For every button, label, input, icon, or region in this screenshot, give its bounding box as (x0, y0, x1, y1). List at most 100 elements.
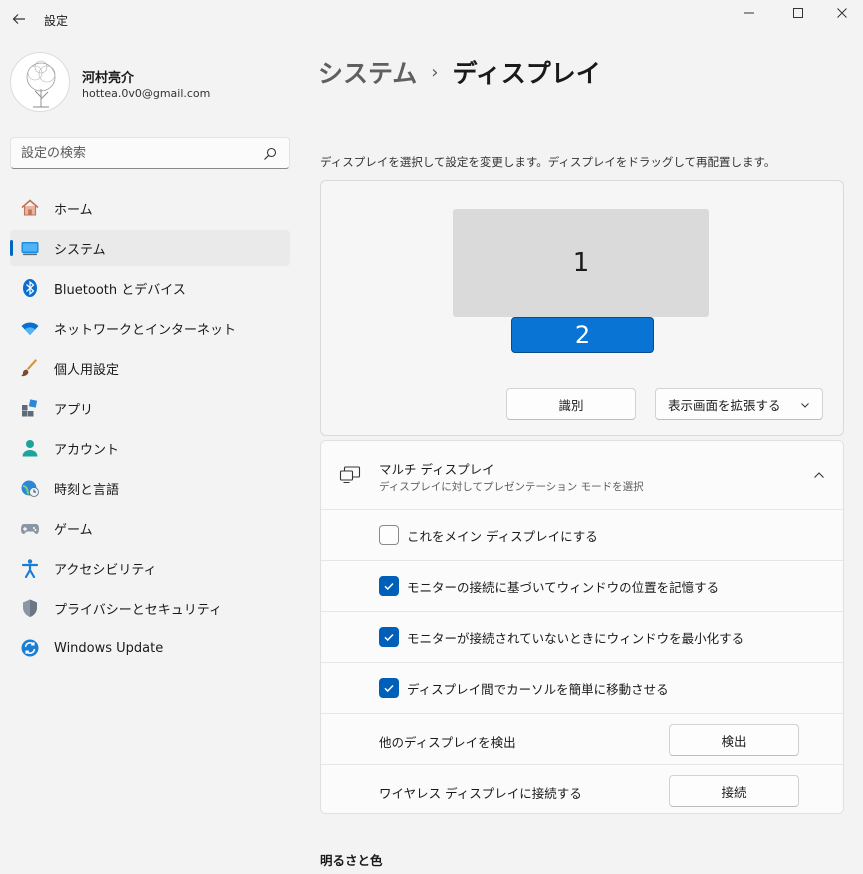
connect-button-label: 接続 (721, 784, 747, 800)
sidebar-nav: ホーム システム Bluetooth とデバイス ネットワークとインターネット … (10, 190, 290, 670)
close-button[interactable] (818, 0, 863, 26)
sidebar-item-label: 個人用設定 (54, 362, 120, 378)
identify-button-label: 識別 (558, 397, 584, 413)
sidebar-item-label: アカウント (54, 442, 120, 458)
sidebar-item-bluetooth[interactable]: Bluetooth とデバイス (10, 270, 290, 306)
option-row-minimize-windows[interactable]: モニターが接続されていないときにウィンドウを最小化する (321, 611, 843, 662)
display-instruction: ディスプレイを選択して設定を変更します。ディスプレイをドラッグして再配置します。 (320, 155, 776, 169)
tree-sketch-icon (26, 60, 56, 108)
option-label: モニターの接続に基づいてウィンドウの位置を記憶する (407, 580, 720, 595)
multi-display-section: マルチ ディスプレイ ディスプレイに対してプレゼンテーション モードを選択 これ… (320, 440, 844, 814)
sidebar-item-privacy[interactable]: プライバシーとセキュリティ (10, 590, 290, 626)
display-mode-value: 表示画面を拡張する (668, 397, 781, 413)
multi-display-header[interactable]: マルチ ディスプレイ ディスプレイに対してプレゼンテーション モードを選択 (321, 441, 843, 509)
chevron-right-icon: › (431, 61, 439, 83)
option-row-cursor-move[interactable]: ディスプレイ間でカーソルを簡単に移動させる (321, 662, 843, 713)
settings-window: 設定 河村亮介 hottea.0v0@gmail.com 設定の検索 ホーム シ… (0, 0, 863, 874)
sidebar-item-label: Windows Update (54, 640, 164, 656)
multi-display-title: マルチ ディスプレイ (379, 462, 495, 477)
maximize-icon (793, 8, 803, 18)
sidebar-item-gaming[interactable]: ゲーム (10, 510, 290, 546)
bluetooth-icon (20, 278, 40, 298)
checkmark-icon (384, 582, 394, 591)
wifi-icon (20, 318, 40, 338)
multi-display-subtitle: ディスプレイに対してプレゼンテーション モードを選択 (379, 481, 644, 493)
sidebar-item-label: ホーム (54, 202, 93, 218)
sidebar-item-label: プライバシーとセキュリティ (54, 602, 222, 618)
sidebar-item-apps[interactable]: アプリ (10, 390, 290, 426)
sidebar-item-label: Bluetooth とデバイス (54, 282, 186, 298)
main-display-checkbox[interactable] (379, 525, 399, 545)
display-mode-dropdown[interactable]: 表示画面を拡張する (655, 388, 823, 420)
sidebar-item-label: アプリ (54, 402, 94, 418)
minimize-windows-checkbox[interactable] (379, 627, 399, 647)
avatar[interactable] (10, 52, 70, 112)
option-row-main-display[interactable]: これをメイン ディスプレイにする (321, 509, 843, 560)
collapse-button[interactable] (809, 465, 829, 485)
minimize-button[interactable] (725, 0, 773, 26)
monitor-2-label: 2 (574, 321, 591, 349)
sidebar-item-time-language[interactable]: 時刻と言語 (10, 470, 290, 506)
detect-displays-label: 他のディスプレイを検出 (379, 735, 516, 750)
option-label: モニターが接続されていないときにウィンドウを最小化する (407, 631, 745, 646)
back-button[interactable] (8, 8, 30, 30)
page-title: ディスプレイ (452, 59, 601, 88)
gamepad-icon (20, 518, 40, 538)
breadcrumb: システム › ディスプレイ (318, 54, 601, 90)
detect-displays-row: 他のディスプレイを検出 検出 (321, 713, 843, 764)
home-icon (20, 198, 40, 218)
sidebar-item-accessibility[interactable]: アクセシビリティ (10, 550, 290, 586)
remember-window-checkbox[interactable] (379, 576, 399, 596)
system-display-icon (20, 238, 40, 258)
shield-icon (20, 598, 40, 618)
search-icon[interactable] (263, 147, 277, 161)
title-bar: 設定 (0, 0, 863, 40)
cursor-move-checkbox[interactable] (379, 678, 399, 698)
profile-name: 河村亮介 (82, 71, 135, 86)
minimize-icon (744, 12, 754, 14)
breadcrumb-parent-link[interactable]: システム (318, 54, 417, 90)
maximize-button[interactable] (774, 0, 822, 26)
checkmark-icon (384, 633, 394, 642)
back-arrow-icon (12, 14, 25, 24)
detect-button-label: 検出 (721, 733, 747, 749)
display-arrangement-panel: 1 2 識別 表示画面を拡張する (320, 180, 844, 436)
sidebar-item-label: ネットワークとインターネット (54, 322, 237, 338)
close-icon (837, 8, 847, 18)
search-box[interactable] (10, 137, 290, 169)
search-input[interactable] (11, 138, 261, 168)
connect-button[interactable]: 接続 (669, 775, 799, 807)
multi-display-icon (339, 466, 361, 484)
checkmark-icon (384, 684, 394, 693)
window-title: 設定 (44, 14, 69, 28)
sidebar-item-windows-update[interactable]: Windows Update (10, 630, 290, 666)
chevron-down-icon (801, 403, 809, 408)
profile-email: hottea.0v0@gmail.com (82, 87, 211, 100)
wireless-display-label: ワイヤレス ディスプレイに接続する (379, 786, 582, 801)
sidebar-item-label: 時刻と言語 (54, 482, 120, 498)
sidebar-item-label: システム (54, 242, 106, 258)
monitor-1[interactable]: 1 (453, 209, 709, 317)
monitor-2[interactable]: 2 (511, 317, 654, 353)
sidebar-item-home[interactable]: ホーム (10, 190, 290, 226)
monitor-1-label: 1 (572, 248, 590, 278)
chevron-up-icon (814, 472, 824, 478)
sidebar-item-network[interactable]: ネットワークとインターネット (10, 310, 290, 346)
accessibility-icon (20, 558, 40, 578)
wireless-display-row: ワイヤレス ディスプレイに接続する 接続 (321, 764, 843, 813)
sidebar-item-system[interactable]: システム (10, 230, 290, 266)
brightness-color-heading: 明るさと色 (320, 853, 383, 868)
globe-clock-icon (20, 478, 40, 498)
sidebar-item-personalization[interactable]: 個人用設定 (10, 350, 290, 386)
detect-button[interactable]: 検出 (669, 724, 799, 756)
option-label: これをメイン ディスプレイにする (407, 529, 598, 544)
update-icon (20, 638, 40, 658)
account-icon (20, 438, 40, 458)
sidebar-item-accounts[interactable]: アカウント (10, 430, 290, 466)
option-row-remember-window[interactable]: モニターの接続に基づいてウィンドウの位置を記憶する (321, 560, 843, 611)
sidebar-item-label: ゲーム (54, 522, 93, 538)
apps-icon (20, 398, 40, 418)
identify-button[interactable]: 識別 (506, 388, 636, 420)
option-label: ディスプレイ間でカーソルを簡単に移動させる (407, 682, 669, 697)
brush-icon (20, 358, 40, 378)
